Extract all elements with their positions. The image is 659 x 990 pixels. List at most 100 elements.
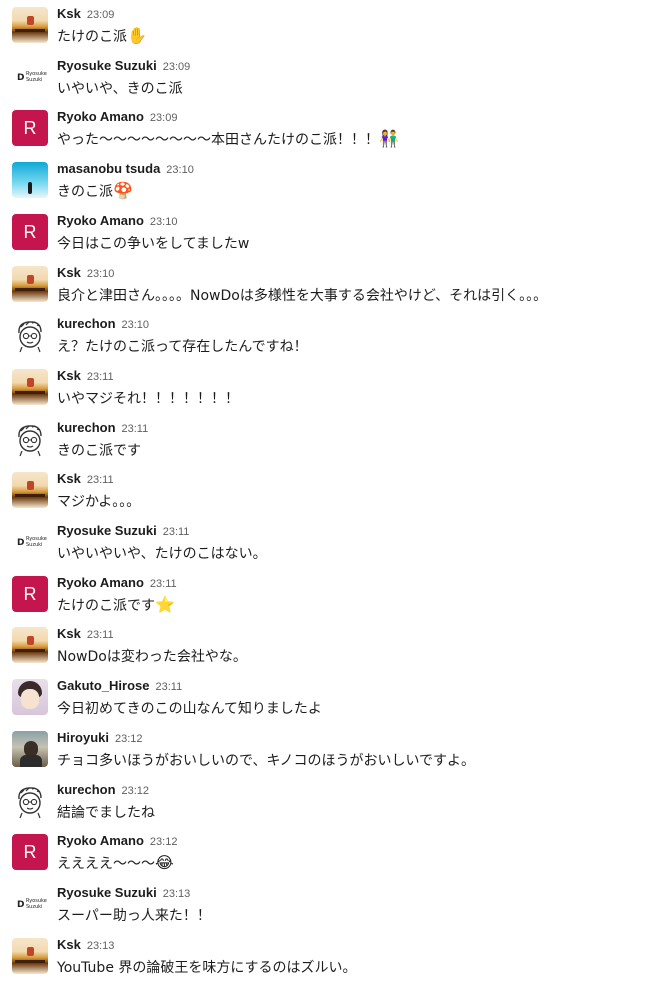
message-text: マジかよ。。。	[57, 491, 140, 511]
sender-name[interactable]: Ryoko Amano	[57, 575, 144, 590]
timestamp[interactable]: 23:11	[87, 474, 114, 486]
sender-name[interactable]: Gakuto_Hirose	[57, 678, 149, 693]
kurechon-face-icon	[12, 782, 48, 819]
sender-name[interactable]: Ryosuke Suzuki	[57, 523, 157, 538]
message-row[interactable]: D Ryosuke Suzuki Ryosuke Suzuki 23:11 いやいやいや、…	[0, 520, 659, 572]
horizon-line	[15, 29, 45, 32]
horizon-line	[15, 494, 45, 498]
message-text: きのこ派🍄	[57, 181, 133, 201]
ryosuke-logo-text: Ryosuke Suzuki	[26, 536, 47, 548]
message-header: Ksk 23:10	[57, 264, 114, 282]
timestamp[interactable]: 23:12	[150, 836, 178, 848]
message-row[interactable]: Gakuto_Hirose 23:11 今日初めてきのこの山なんて知りましたよ	[0, 675, 659, 727]
sender-name[interactable]: Ryosuke Suzuki	[57, 58, 157, 73]
avatar[interactable]: R	[12, 110, 48, 147]
timestamp[interactable]: 23:09	[163, 61, 191, 73]
timestamp[interactable]: 23:09	[87, 9, 115, 21]
avatar[interactable]	[12, 317, 48, 354]
avatar[interactable]: D Ryosuke Suzuki	[12, 58, 48, 95]
message-row[interactable]: Hiroyuki 23:12 チョコ多いほうがおいしいので、キノコのほうがおいしいで…	[0, 727, 659, 779]
timestamp[interactable]: 23:13	[87, 940, 115, 952]
message-row[interactable]: masanobu tsuda 23:10 きのこ派🍄	[0, 158, 659, 210]
sender-name[interactable]: Ksk	[57, 368, 81, 383]
message-row[interactable]: D Ryosuke Suzuki Ryosuke Suzuki 23:09 いやいや、きの…	[0, 55, 659, 107]
timestamp[interactable]: 23:11	[163, 526, 190, 538]
message-header: Ksk 23:11	[57, 470, 114, 488]
message-body: 今日初めてきのこの山なんて知りましたよ	[57, 701, 322, 718]
message-row[interactable]: Ksk 23:11 NowDoは変わった会社やな。	[0, 623, 659, 675]
avatar[interactable]	[12, 7, 48, 43]
timestamp[interactable]: 23:10	[150, 216, 178, 228]
message-row[interactable]: Ksk 23:13 YouTube 界の論破王を味方にするのはズルい。	[0, 934, 659, 986]
timestamp[interactable]: 23:12	[122, 785, 150, 797]
message-header: Ksk 23:11	[57, 367, 114, 385]
avatar[interactable]: D Ryosuke Suzuki	[12, 885, 48, 922]
sender-name[interactable]: Hiroyuki	[57, 730, 109, 745]
avatar[interactable]	[12, 420, 48, 457]
sender-name[interactable]: kurechon	[57, 782, 116, 797]
message-header: Ksk 23:09	[57, 5, 114, 23]
timestamp[interactable]: 23:11	[150, 578, 177, 590]
avatar[interactable]	[12, 265, 48, 302]
timestamp[interactable]: 23:11	[122, 423, 149, 435]
avatar[interactable]	[12, 472, 48, 509]
message-row[interactable]: Ksk 23:10 良介と津田さん。。。。NowDoは多様性を大事する会社やけど、そ…	[0, 262, 659, 314]
avatar[interactable]	[12, 627, 48, 664]
timestamp[interactable]: 23:11	[155, 681, 182, 693]
sunset-sun	[27, 377, 34, 387]
sender-name[interactable]: Ksk	[57, 937, 81, 952]
avatar[interactable]: R	[12, 213, 48, 250]
message-row[interactable]: D Ryosuke Suzuki Ryosuke Suzuki 23:13 スーパー助っ人…	[0, 882, 659, 934]
sender-name[interactable]: kurechon	[57, 316, 116, 331]
kurechon-face-icon	[12, 317, 48, 354]
timestamp[interactable]: 23:10	[87, 268, 115, 280]
sender-name[interactable]: Ryoko Amano	[57, 213, 144, 228]
emoji-icon: 😂	[155, 853, 174, 873]
message-header: Ryoko Amano 23:10	[57, 212, 177, 230]
message-row[interactable]: Ksk 23:11 いやマジそれ！！！！！！！	[0, 365, 659, 417]
sender-name[interactable]: Ryoko Amano	[57, 833, 144, 848]
timestamp[interactable]: 23:13	[163, 888, 191, 900]
sender-name[interactable]: Ksk	[57, 626, 81, 641]
message-row[interactable]: R Ryoko Amano 23:10 今日はこの争いをしてましたw	[0, 210, 659, 262]
sender-name[interactable]: kurechon	[57, 420, 116, 435]
message-header: masanobu tsuda 23:10	[57, 160, 194, 178]
avatar[interactable]	[12, 368, 48, 405]
avatar[interactable]	[12, 162, 48, 199]
timestamp[interactable]: 23:10	[122, 319, 150, 331]
timestamp[interactable]: 23:12	[115, 733, 143, 745]
message-row[interactable]: Ksk 23:09 たけのこ派✋	[0, 3, 659, 55]
timestamp[interactable]: 23:11	[87, 371, 114, 383]
avatar[interactable]: D Ryosuke Suzuki	[12, 524, 48, 560]
message-text: スーパー助っ人来た！！	[57, 905, 211, 925]
timestamp[interactable]: 23:10	[166, 164, 194, 176]
avatar[interactable]	[12, 730, 48, 767]
message-header: Ryoko Amano 23:11	[57, 574, 177, 592]
timestamp[interactable]: 23:09	[150, 112, 178, 124]
avatar[interactable]	[12, 679, 48, 716]
message-row[interactable]: R Ryoko Amano 23:12 ええええ〜〜〜😂	[0, 830, 659, 882]
message-header: Ryoko Amano 23:09	[57, 108, 177, 126]
message-row[interactable]: kurechon 23:12 結論でましたね	[0, 779, 659, 831]
message-row[interactable]: R Ryoko Amano 23:11 たけのこ派です⭐	[0, 572, 659, 624]
avatar[interactable]: R	[12, 834, 48, 871]
avatar[interactable]: R	[12, 575, 48, 612]
sender-name[interactable]: Ryosuke Suzuki	[57, 885, 157, 900]
message-body: スーパー助っ人来た！！	[57, 907, 211, 924]
message-row[interactable]: Ksk 23:11 マジかよ。。。	[0, 468, 659, 520]
sender-name[interactable]: Ryoko Amano	[57, 109, 144, 124]
sender-name[interactable]: Ksk	[57, 265, 81, 280]
message-text: ええええ〜〜〜😂	[57, 853, 174, 873]
message-row[interactable]: R Ryoko Amano 23:09 やった〜〜〜〜〜〜〜〜本田さんたけのこ派！！！…	[0, 106, 659, 158]
avatar[interactable]	[12, 937, 48, 974]
message-body: やった〜〜〜〜〜〜〜〜本田さんたけのこ派！！！	[57, 132, 379, 149]
sender-name[interactable]: Ksk	[57, 471, 81, 486]
message-row[interactable]: kurechon 23:10 え？たけのこ派って存在したんですね！	[0, 313, 659, 365]
message-body: きのこ派	[57, 184, 113, 201]
avatar[interactable]	[12, 782, 48, 819]
message-row[interactable]: kurechon 23:11 きのこ派です	[0, 417, 659, 469]
timestamp[interactable]: 23:11	[87, 629, 114, 641]
sender-name[interactable]: Ksk	[57, 6, 81, 21]
ryosuke-logo-text: Ryosuke Suzuki	[26, 70, 47, 83]
sender-name[interactable]: masanobu tsuda	[57, 161, 160, 176]
